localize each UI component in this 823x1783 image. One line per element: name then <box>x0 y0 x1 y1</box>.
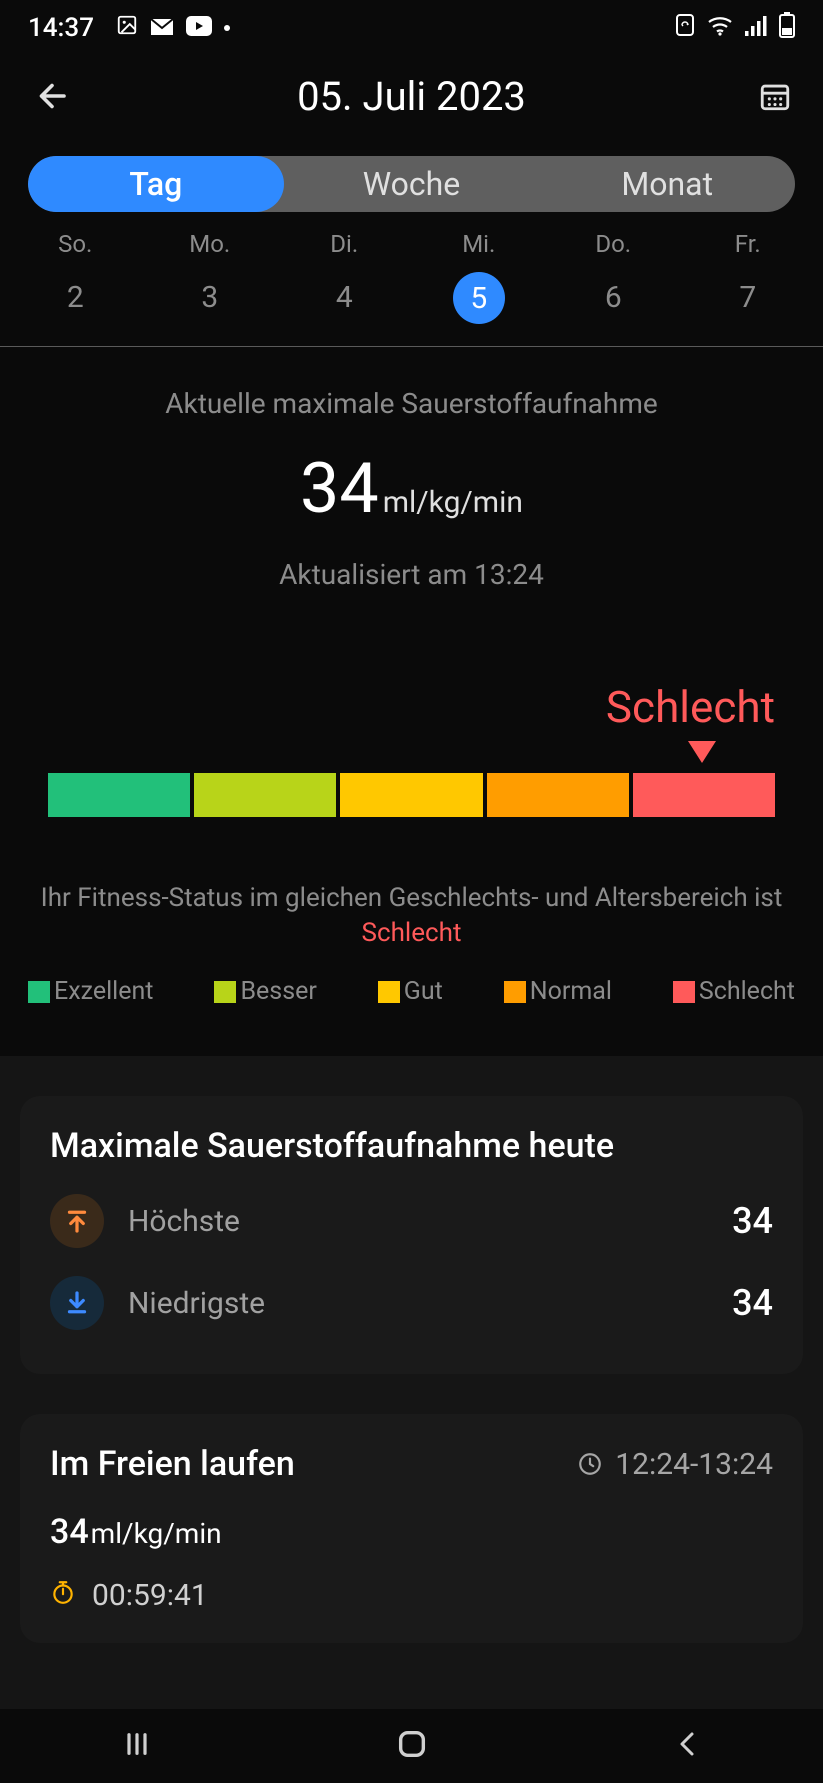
android-back-button[interactable] <box>672 1729 702 1763</box>
vo2-updated: Aktualisiert am 13:24 <box>48 558 775 591</box>
day-number: 5 <box>470 281 487 316</box>
page-title: 05. Juli 2023 <box>0 73 823 120</box>
day-number: 3 <box>143 280 278 315</box>
day-of-week: Fr. <box>681 230 816 258</box>
period-segmented-control: Tag Woche Monat <box>28 156 795 212</box>
activity-metric: 34 ml/kg/min <box>50 1512 222 1552</box>
legend-item: Gut <box>378 977 443 1006</box>
arrow-down-icon <box>50 1276 104 1330</box>
mail-icon <box>150 13 174 43</box>
rating-segment <box>487 773 629 817</box>
legend-swatch <box>378 981 400 1003</box>
app-bar: 05. Juli 2023 <box>0 56 823 136</box>
day-number: 2 <box>8 280 143 315</box>
lowest-row: Niedrigste 34 <box>50 1262 773 1344</box>
rating-marker-icon <box>688 741 716 763</box>
more-dot-icon <box>224 25 230 31</box>
day-number: 7 <box>681 280 816 315</box>
signal-icon <box>745 13 767 43</box>
image-icon <box>116 13 138 43</box>
legend-item: Besser <box>214 977 316 1006</box>
legend: Exzellent Besser Gut Normal Schlecht <box>28 977 795 1006</box>
day-4[interactable]: Di. 4 <box>277 230 412 324</box>
tab-week[interactable]: Woche <box>284 156 540 212</box>
vo2-label: Aktuelle maximale Sauerstoffaufnahme <box>48 387 775 420</box>
day-of-week: Mo. <box>143 230 278 258</box>
tab-day[interactable]: Tag <box>28 156 284 212</box>
day-6[interactable]: Do. 6 <box>546 230 681 324</box>
vo2-section: Aktuelle maximale Sauerstoffaufnahme 34 … <box>0 347 823 635</box>
rating-segment <box>48 773 190 817</box>
rating-segment <box>194 773 336 817</box>
recents-button[interactable] <box>121 1728 153 1764</box>
battery-icon <box>779 12 795 45</box>
legend-item: Schlecht <box>673 977 795 1006</box>
activity-time-range: 12:24-13:24 <box>577 1447 773 1482</box>
vo2-value: 34 ml/kg/min <box>300 448 523 530</box>
activity-metric-unit: ml/kg/min <box>91 1517 222 1550</box>
activity-duration-text: 00:59:41 <box>92 1578 208 1613</box>
status-value: Schlecht <box>362 918 462 948</box>
legend-item: Exzellent <box>28 977 153 1006</box>
calendar-button[interactable] <box>755 76 795 116</box>
activity-title: Im Freien laufen <box>50 1444 295 1484</box>
status-prefix: Ihr Fitness-Status im gleichen Geschlech… <box>41 883 783 913</box>
legend-label: Gut <box>404 977 443 1006</box>
vo2-number: 34 <box>300 448 379 530</box>
activity-metric-value: 34 <box>50 1512 89 1552</box>
day-2[interactable]: So. 2 <box>8 230 143 324</box>
day-7[interactable]: Fr. 7 <box>681 230 816 324</box>
day-number: 6 <box>546 280 681 315</box>
rating-segment <box>633 773 775 817</box>
today-vo2-card: Maximale Sauerstoffaufnahme heute Höchst… <box>20 1096 803 1374</box>
stopwatch-icon <box>50 1578 76 1613</box>
activity-card[interactable]: Im Freien laufen 12:24-13:24 34 ml/kg/mi… <box>20 1414 803 1643</box>
legend-swatch <box>673 981 695 1003</box>
clock-icon <box>577 1451 603 1477</box>
activity-duration: 00:59:41 <box>50 1578 773 1613</box>
back-button[interactable] <box>28 72 76 120</box>
legend-item: Normal <box>504 977 612 1006</box>
status-time: 14:37 <box>28 13 94 43</box>
status-text: Ihr Fitness-Status im gleichen Geschlech… <box>38 881 785 951</box>
android-nav-bar <box>0 1709 823 1783</box>
day-5[interactable]: Mi. 5 <box>412 230 547 324</box>
day-of-week: Do. <box>546 230 681 258</box>
day-strip[interactable]: So. 2Mo. 3 Di. 4Mi. 5 Do. 6Fr. 7 <box>8 230 815 324</box>
rating-label: Schlecht <box>48 681 775 733</box>
legend-label: Normal <box>530 977 612 1006</box>
day-3[interactable]: Mo. 3 <box>143 230 278 324</box>
day-of-week: So. <box>8 230 143 258</box>
legend-swatch <box>504 981 526 1003</box>
lowest-label: Niedrigste <box>128 1286 265 1321</box>
legend-swatch <box>28 981 50 1003</box>
today-card-title: Maximale Sauerstoffaufnahme heute <box>50 1126 773 1166</box>
day-of-week: Di. <box>277 230 412 258</box>
legend-swatch <box>214 981 236 1003</box>
arrow-up-icon <box>50 1194 104 1248</box>
highest-label: Höchste <box>128 1204 240 1239</box>
vo2-unit: ml/kg/min <box>383 485 523 520</box>
home-button[interactable] <box>395 1727 429 1765</box>
lowest-value: 34 <box>732 1282 773 1324</box>
day-of-week: Mi. <box>412 230 547 258</box>
cards-section: Maximale Sauerstoffaufnahme heute Höchst… <box>0 1056 823 1723</box>
rating-scale: Schlecht <box>48 681 775 817</box>
highest-value: 34 <box>732 1200 773 1242</box>
rating-segment <box>340 773 482 817</box>
legend-label: Schlecht <box>699 977 795 1006</box>
status-bar: 14:37 <box>0 0 823 56</box>
activity-time-text: 12:24-13:24 <box>615 1447 773 1482</box>
wifi-icon <box>707 13 733 43</box>
tab-month[interactable]: Monat <box>539 156 795 212</box>
highest-row: Höchste 34 <box>50 1180 773 1262</box>
legend-label: Exzellent <box>54 977 153 1006</box>
sync-icon <box>675 13 695 44</box>
legend-label: Besser <box>240 977 316 1006</box>
day-number: 4 <box>277 280 412 315</box>
youtube-icon <box>186 13 212 43</box>
